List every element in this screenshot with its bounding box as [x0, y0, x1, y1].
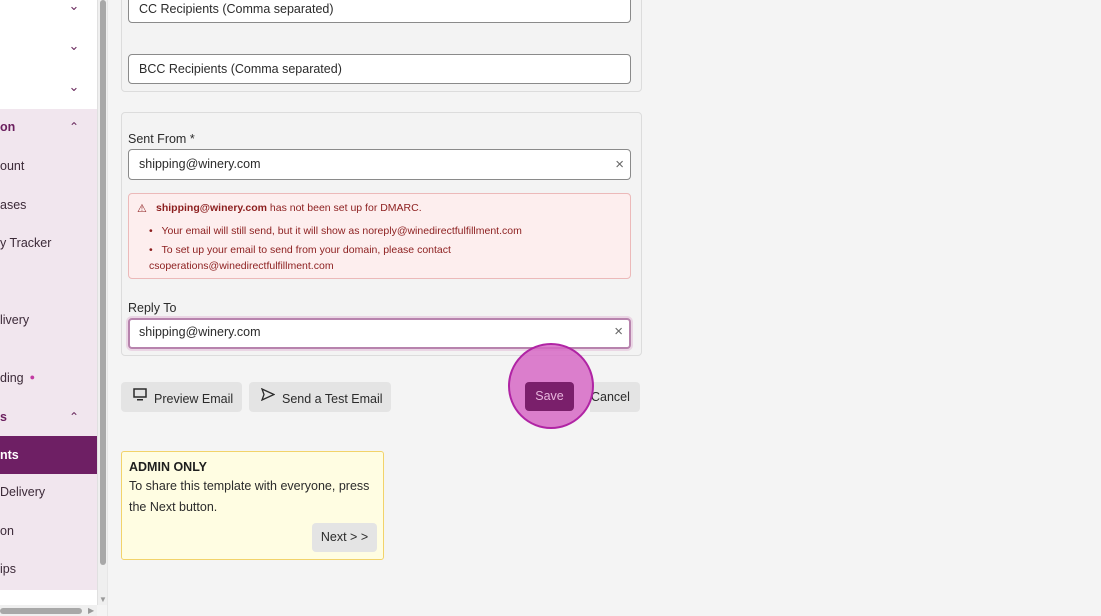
alert-message: has not been set up for DMARC.	[266, 202, 422, 214]
preview-email-button[interactable]: Preview Email	[121, 382, 242, 412]
cc-recipients-input[interactable]: CC Recipients (Comma separated)	[128, 0, 631, 23]
cc-recipients-placeholder: CC Recipients (Comma separated)	[139, 2, 334, 16]
scroll-down-icon[interactable]: ▼	[99, 595, 107, 604]
send-test-email-label: Send a Test Email	[282, 392, 383, 406]
sent-from-value: shipping@winery.com	[139, 157, 261, 171]
sidebar-item[interactable]: ips	[0, 559, 97, 579]
sidebar-item[interactable]: on	[0, 521, 97, 541]
chevron-down-icon[interactable]: ⌄	[68, 39, 80, 52]
chevron-up-icon: ⌃	[68, 410, 80, 424]
warning-icon: ⚠	[137, 203, 147, 215]
alert-bullet: • Your email will still send, but it wil…	[149, 225, 522, 237]
scroll-right-icon[interactable]: ▶	[88, 605, 94, 616]
chevron-up-icon: ⌃	[68, 120, 80, 134]
sidebar-item-label: on	[0, 120, 16, 134]
monitor-icon	[133, 382, 147, 412]
divider	[107, 0, 108, 616]
save-button[interactable]: Save	[525, 382, 574, 411]
clear-icon[interactable]: ×	[614, 320, 623, 344]
sidebar-item-label: ding ●	[0, 367, 35, 388]
horizontal-scrollbar[interactable]: ▶	[0, 605, 97, 616]
admin-text: To share this template with everyone, pr…	[129, 479, 370, 493]
sidebar-item[interactable]: y Tracker	[0, 233, 97, 253]
cancel-label: Cancel	[591, 390, 630, 404]
sidebar: ⌄ ⌄ ⌄ on ⌃ ount ases y Tracker livery di…	[0, 0, 97, 605]
dmarc-warning-alert: ⚠ shipping@winery.com has not been set u…	[128, 193, 631, 279]
sidebar-item[interactable]: ases	[0, 195, 97, 215]
alert-email: shipping@winery.com	[156, 202, 267, 214]
sidebar-item[interactable]: Delivery	[0, 482, 97, 502]
sent-from-input[interactable]: shipping@winery.com ×	[128, 149, 631, 180]
bcc-recipients-placeholder: BCC Recipients (Comma separated)	[139, 62, 342, 76]
admin-text: the Next button.	[129, 500, 218, 514]
alert-bullet: • To set up your email to send from your…	[149, 244, 451, 256]
sidebar-item-label: on	[0, 524, 14, 538]
chevron-down-icon[interactable]: ⌄	[68, 0, 80, 12]
send-test-email-button[interactable]: Send a Test Email	[249, 382, 391, 412]
next-button[interactable]: Next > >	[312, 523, 377, 552]
sidebar-item-label: ases	[0, 198, 27, 212]
admin-heading: ADMIN ONLY	[129, 460, 208, 474]
alert-title: shipping@winery.com has not been set up …	[156, 202, 422, 214]
scrollbar-thumb[interactable]	[0, 608, 82, 614]
sidebar-item[interactable]: ding ●	[0, 367, 97, 387]
alert-bullet-continuation: csoperations@winedirectfulfillment.com	[149, 260, 334, 272]
chevron-down-icon[interactable]: ⌄	[68, 80, 80, 93]
sidebar-item-label: livery	[0, 313, 30, 327]
sidebar-item[interactable]: livery	[0, 310, 97, 330]
sidebar-item-label: Delivery	[0, 485, 46, 499]
cancel-button[interactable]: Cancel	[590, 382, 640, 412]
preview-email-label: Preview Email	[154, 392, 234, 406]
sidebar-item-label: ount	[0, 159, 25, 173]
sidebar-item[interactable]: ount	[0, 156, 97, 176]
sidebar-section-header[interactable]: on ⌃	[0, 117, 97, 137]
new-badge-icon: ●	[29, 372, 36, 382]
sidebar-subgroup	[0, 109, 97, 590]
sidebar-item-label: ips	[0, 562, 16, 576]
clear-icon[interactable]: ×	[615, 150, 624, 179]
reply-to-label: Reply To	[128, 301, 177, 315]
sent-from-label: Sent From *	[128, 132, 195, 146]
bcc-recipients-input[interactable]: BCC Recipients (Comma separated)	[128, 54, 631, 84]
sidebar-item-label: y Tracker	[0, 236, 52, 250]
send-icon	[260, 382, 276, 412]
scrollbar-thumb[interactable]	[100, 0, 106, 565]
sidebar-section-header[interactable]: s ⌃	[0, 407, 97, 427]
admin-only-notice: ADMIN ONLY To share this template with e…	[121, 451, 384, 560]
sidebar-item-label: nts	[0, 448, 19, 462]
sidebar-item-active[interactable]: nts	[0, 436, 97, 474]
reply-to-value: shipping@winery.com	[139, 325, 261, 339]
sidebar-item-label: s	[0, 410, 7, 424]
